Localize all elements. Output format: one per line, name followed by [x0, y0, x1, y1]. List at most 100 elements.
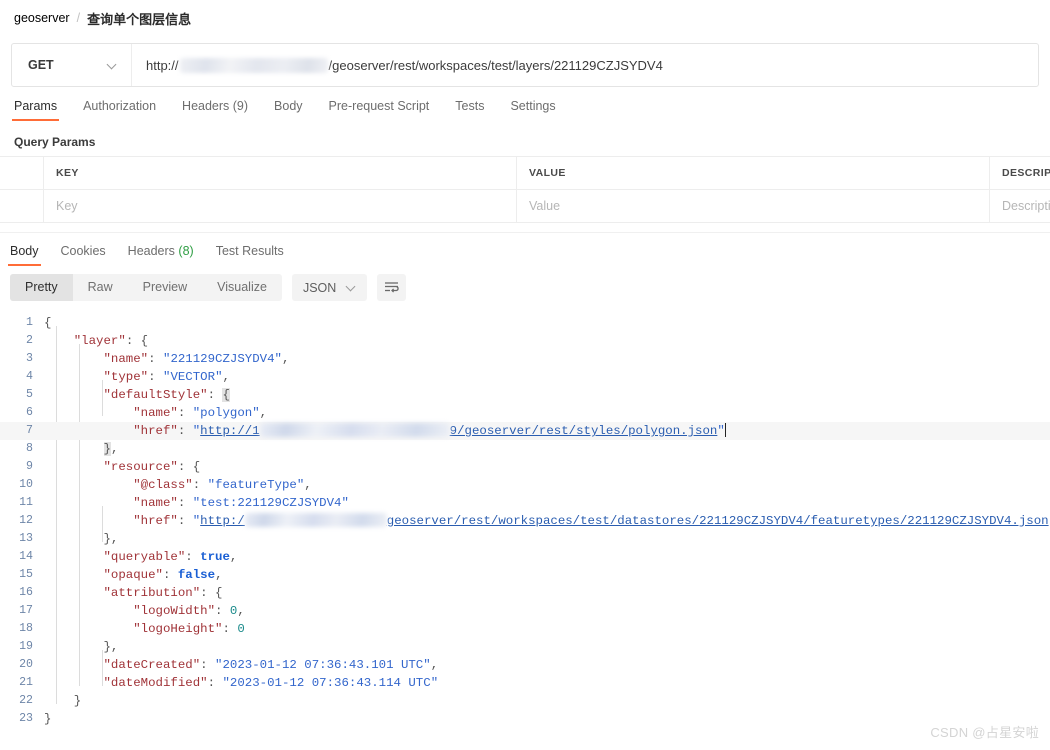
redacted-host-blur: [179, 57, 328, 73]
code-line: 17 "logoWidth": 0,: [0, 602, 1050, 620]
tab-pre-request-script[interactable]: Pre-request Script: [329, 99, 430, 121]
line-number: 23: [19, 712, 33, 725]
tab-body[interactable]: Body: [274, 99, 303, 121]
code-line-active: 7 "href": "http://1 9/geoserver/rest/styl…: [0, 422, 1050, 440]
redacted-host-blur: [259, 423, 450, 437]
view-mode-preview[interactable]: Preview: [128, 274, 202, 301]
code-line: 22 }: [0, 692, 1050, 710]
row-value-cell[interactable]: Value: [516, 189, 990, 223]
json-resource-name: test:221129CZJSYDV4: [200, 496, 342, 510]
code-line-text: },: [44, 532, 119, 546]
table-header-row: KEY VALUE DESCRIPTION: [0, 156, 1050, 190]
line-number: 2: [26, 334, 33, 347]
table-header-key: KEY: [43, 156, 517, 190]
code-line-text: "resource": {: [103, 460, 201, 474]
breadcrumb-current[interactable]: 查询单个图层信息: [87, 9, 191, 28]
line-number: 13: [19, 532, 33, 545]
response-viewer-toolbar: Pretty Raw Preview Visualize JSON: [0, 266, 1050, 308]
text-cursor: [724, 423, 726, 437]
url-suffix: /geoserver/rest/workspaces/test/layers/2…: [328, 57, 663, 73]
response-format-selector[interactable]: JSON: [291, 274, 368, 301]
response-tab-test-results-label: Test Results: [215, 244, 284, 258]
code-line: 12 "href": "http:/geoserver/rest/workspa…: [0, 512, 1050, 530]
tab-tests[interactable]: Tests: [455, 99, 484, 121]
json-defaultstyle-href-prefix[interactable]: http://1: [200, 424, 260, 438]
json-defaultstyle-name: polygon: [200, 406, 253, 420]
code-line: 6 "name": "polygon",: [0, 404, 1050, 422]
response-body-json-viewer[interactable]: 1 { 2 "layer": { 3 "name": "221129CZJSYDV…: [0, 308, 1050, 728]
tab-settings[interactable]: Settings: [510, 99, 555, 121]
request-url-bar: GET http:// /geoserver/rest/workspaces/te…: [11, 43, 1039, 87]
code-line-text: "href": "http://1 9/geoserver/rest/styles…: [133, 423, 726, 438]
response-tab-cookies-label: Cookies: [60, 244, 106, 258]
request-tabs: Params Authorization Headers (9) Body Pr…: [0, 87, 1050, 121]
code-line-text: },: [103, 442, 119, 456]
line-number: 9: [26, 460, 33, 473]
response-tab-cookies[interactable]: Cookies: [61, 244, 106, 266]
code-line: 23}: [0, 710, 1050, 728]
json-defaultstyle-href-suffix[interactable]: 9/geoserver/rest/styles/polygon.json: [450, 424, 718, 438]
response-tab-headers[interactable]: Headers (8): [128, 244, 194, 266]
row-key-cell[interactable]: Key: [43, 189, 517, 223]
postman-window: geoserver / 查询单个图层信息 GET http:///geoserv…: [0, 0, 1050, 750]
tab-headers[interactable]: Headers (9): [182, 99, 248, 121]
code-line-text: "queryable": true,: [103, 550, 238, 564]
tab-params[interactable]: Params: [11, 99, 60, 121]
chevron-down-icon: [347, 283, 356, 292]
chevron-down-icon: [108, 61, 117, 70]
view-mode-pretty[interactable]: Pretty: [10, 274, 73, 301]
response-tab-body-label: Body: [10, 244, 39, 258]
code-line: 8 },: [0, 440, 1050, 458]
query-params-title: Query Params: [14, 135, 96, 149]
json-datecreated-value: 2023-01-12 07:36:43.101 UTC: [222, 658, 424, 672]
url-prefix: http://: [146, 57, 179, 73]
code-line: 2 "layer": {: [0, 332, 1050, 350]
code-line: 16 "attribution": {: [0, 584, 1050, 602]
response-tab-test-results[interactable]: Test Results: [216, 244, 284, 266]
code-line: 10 "@class": "featureType",: [0, 476, 1050, 494]
redacted-host-blur: [244, 513, 387, 527]
row-checkbox-cell[interactable]: [0, 189, 44, 223]
code-line-text: "logoHeight": 0: [133, 622, 245, 636]
tab-authorization[interactable]: Authorization: [83, 99, 156, 121]
code-line-text: "dateModified": "2023-01-12 07:36:43.114…: [103, 676, 439, 690]
code-line: 20 "dateCreated": "2023-01-12 07:36:43.1…: [0, 656, 1050, 674]
code-line: 15 "opaque": false,: [0, 566, 1050, 584]
json-resource-class: featureType: [215, 478, 297, 492]
http-method-label: GET: [28, 58, 54, 72]
http-method-selector[interactable]: GET: [12, 44, 132, 86]
tab-params-label: Params: [14, 99, 58, 113]
json-resource-href-prefix[interactable]: http:/: [200, 514, 245, 528]
code-line-text: "name": "221129CZJSYDV4",: [103, 352, 290, 366]
row-description-cell[interactable]: Description: [989, 189, 1050, 223]
wrap-lines-button[interactable]: [377, 274, 407, 301]
code-line: 19 },: [0, 638, 1050, 656]
response-headers-count: (8): [178, 244, 194, 258]
code-line: 21 "dateModified": "2023-01-12 07:36:43.…: [0, 674, 1050, 692]
url-input[interactable]: http:// /geoserver/rest/workspaces/test/l…: [132, 44, 1038, 86]
query-params-table: KEY VALUE DESCRIPTION Key Value Descript…: [0, 156, 1050, 223]
code-line-text: "href": "http:/geoserver/rest/workspaces…: [133, 513, 1050, 528]
view-mode-raw[interactable]: Raw: [73, 274, 128, 301]
line-number: 19: [19, 640, 33, 653]
code-line: 14 "queryable": true,: [0, 548, 1050, 566]
code-line: 11 "name": "test:221129CZJSYDV4": [0, 494, 1050, 512]
table-row: Key Value Description: [0, 189, 1050, 223]
code-line-text: }: [44, 694, 82, 708]
breadcrumb-root[interactable]: geoserver: [14, 11, 70, 25]
tab-settings-label: Settings: [510, 99, 556, 113]
table-header-value: VALUE: [516, 156, 990, 190]
code-line: 3 "name": "221129CZJSYDV4",: [0, 350, 1050, 368]
code-line-text: "type": "VECTOR",: [103, 370, 230, 384]
line-number: 1: [26, 316, 33, 329]
line-number: 16: [19, 586, 33, 599]
code-line-text: "attribution": {: [103, 586, 223, 600]
response-tab-body[interactable]: Body: [8, 244, 40, 266]
code-line: 5 "defaultStyle": {: [0, 386, 1050, 404]
json-resource-href-suffix[interactable]: geoserver/rest/workspaces/test/datastore…: [387, 514, 1049, 528]
watermark: CSDN @占星安啦: [930, 725, 1039, 740]
code-line-text: {: [44, 316, 52, 330]
view-mode-visualize[interactable]: Visualize: [202, 274, 282, 301]
tab-tests-label: Tests: [455, 99, 485, 113]
wrap-lines-icon: [385, 282, 399, 293]
